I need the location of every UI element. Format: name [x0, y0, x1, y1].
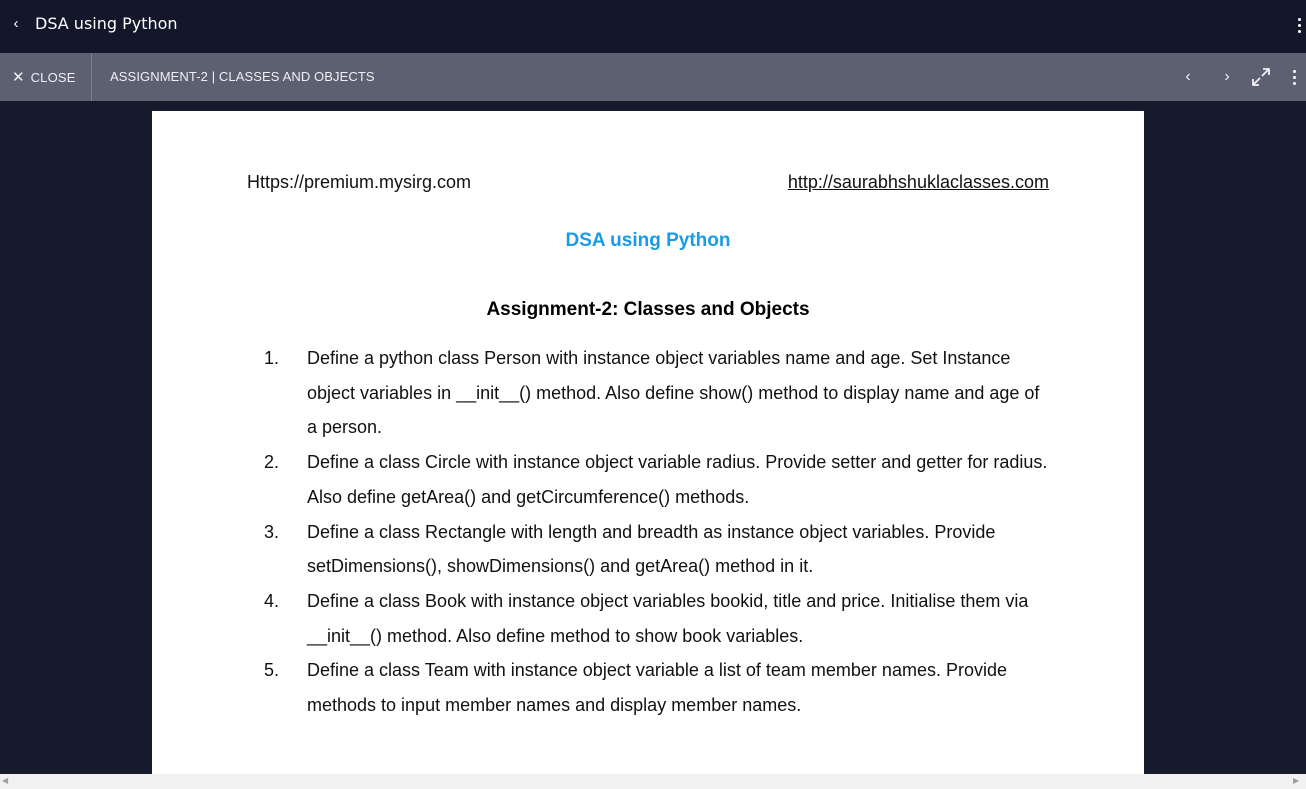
- document-heading: DSA using Python: [565, 230, 731, 251]
- document-viewer[interactable]: Https://premium.mysirg.com http://saurab…: [0, 101, 1306, 774]
- assignment-heading: Assignment-2: Classes and Objects: [486, 299, 810, 320]
- close-label: CLOSE: [30, 69, 76, 85]
- list-item-number: 3.: [264, 521, 280, 542]
- document-title: ASSIGNMENT-2 | CLASSES AND OBJECTS: [110, 69, 375, 84]
- chevron-left-icon: ‹: [13, 15, 19, 32]
- more-vertical-icon: [1294, 14, 1304, 33]
- fullscreen-button[interactable]: [1249, 65, 1273, 89]
- list-item-number: 5.: [264, 660, 280, 681]
- list-item: 4. Define a class Book with instance obj…: [264, 584, 1054, 653]
- close-icon: ✕: [12, 68, 25, 86]
- viewer-toolbar: ✕ CLOSE ASSIGNMENT-2 | CLASSES AND OBJEC…: [0, 53, 1306, 101]
- list-item-text: Define a class Rectangle with length and…: [307, 521, 996, 577]
- list-item-text: Define a class Circle with instance obje…: [307, 452, 1048, 507]
- list-item: 5. Define a class Team with instance obj…: [264, 653, 1054, 722]
- expand-icon: [1252, 68, 1270, 86]
- chevron-left-icon: ‹: [1185, 68, 1191, 85]
- list-item-text: Define a class Book with instance object…: [307, 590, 1029, 646]
- header-right-link[interactable]: http://saurabhshuklaclasses.com: [788, 171, 1049, 193]
- header-left-url: Https://premium.mysirg.com: [247, 172, 472, 192]
- scroll-left-arrow-icon[interactable]: ◀: [2, 776, 8, 786]
- list-item-number: 4.: [264, 590, 280, 611]
- next-button[interactable]: ›: [1216, 65, 1238, 89]
- app-title: DSA using Python: [35, 14, 178, 33]
- previous-button[interactable]: ‹: [1177, 65, 1199, 89]
- list-item-text: Define a python class Person with instan…: [307, 348, 1040, 438]
- close-button[interactable]: ✕ CLOSE: [0, 53, 92, 101]
- more-vertical-icon: [1287, 66, 1301, 85]
- list-item: 2. Define a class Circle with instance o…: [264, 445, 1054, 514]
- app-header: ‹ DSA using Python: [0, 0, 1306, 52]
- list-item: 3. Define a class Rectangle with length …: [264, 515, 1054, 584]
- list-item-number: 2.: [264, 452, 280, 473]
- more-menu-button[interactable]: [1294, 14, 1304, 36]
- horizontal-scrollbar[interactable]: ◀ ▶: [0, 774, 1306, 789]
- toolbar-more-button[interactable]: [1287, 66, 1301, 90]
- task-list: 1. Define a python class Person with ins…: [264, 341, 1054, 723]
- back-button[interactable]: ‹: [8, 14, 24, 34]
- document-page: Https://premium.mysirg.com http://saurab…: [152, 111, 1144, 774]
- list-item-number: 1.: [264, 348, 280, 368]
- scroll-right-arrow-icon[interactable]: ▶: [1293, 776, 1299, 786]
- chevron-right-icon: ›: [1224, 68, 1230, 85]
- list-item-text: Define a class Team with instance object…: [307, 660, 1007, 716]
- list-item: 1. Define a python class Person with ins…: [264, 341, 1054, 445]
